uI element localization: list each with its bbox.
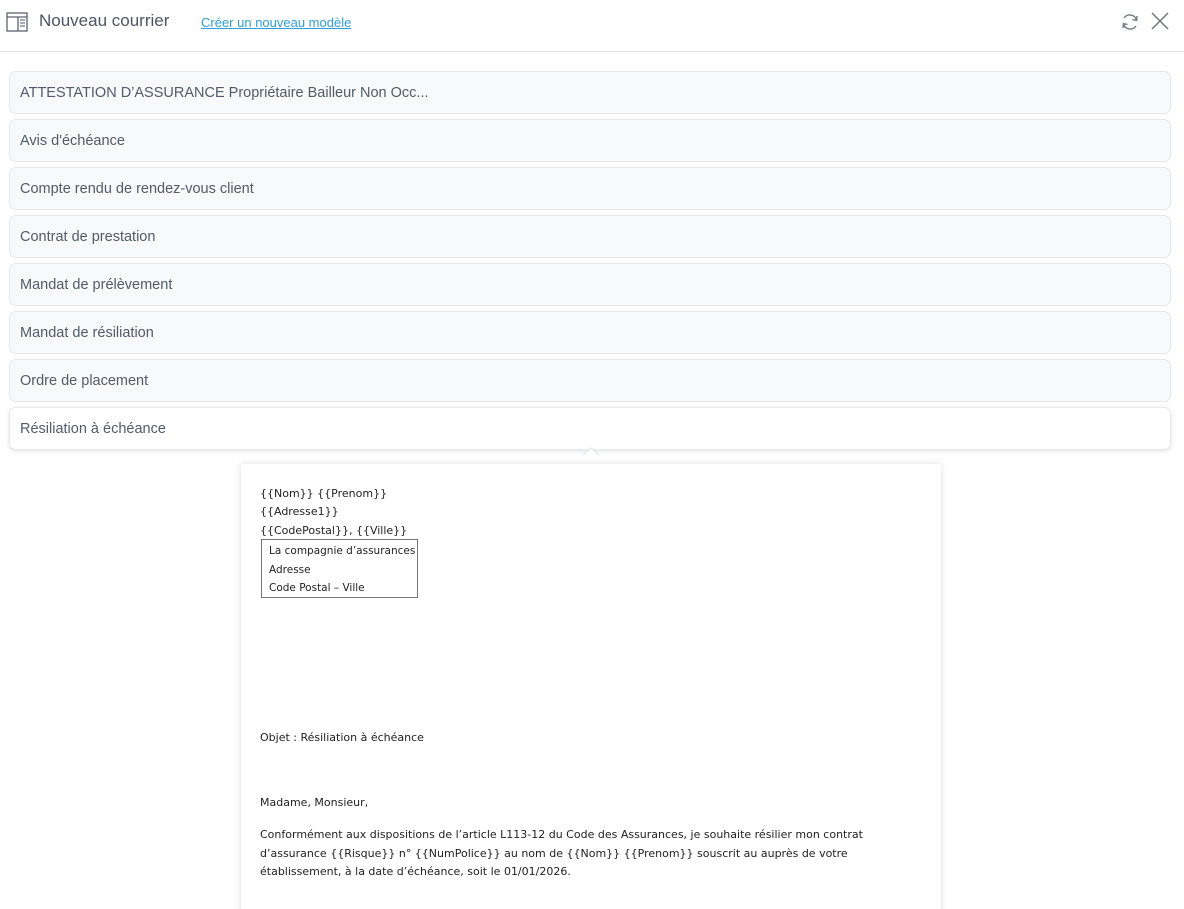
sender-name: {{Nom}} {{Prenom}} bbox=[260, 487, 388, 500]
template-item[interactable]: Mandat de résiliation bbox=[9, 311, 1171, 354]
recipient-city: Code Postal – Ville bbox=[269, 582, 365, 594]
refresh-icon[interactable] bbox=[1120, 12, 1140, 32]
template-item[interactable]: Compte rendu de rendez-vous client bbox=[9, 167, 1171, 210]
caret-up-icon bbox=[582, 447, 600, 456]
recipient-name: La compagnie d’assurances bbox=[269, 545, 416, 557]
template-item[interactable]: Avis d'échéance bbox=[9, 119, 1171, 162]
template-list: ATTESTATION D’ASSURANCE Propriétaire Bai… bbox=[9, 71, 1171, 455]
sender-address: {{Adresse1}} bbox=[260, 505, 339, 518]
letter-object: Objet : Résiliation à échéance bbox=[260, 731, 424, 744]
document-layout-icon bbox=[6, 12, 28, 32]
recipient-address: Adresse bbox=[269, 563, 311, 576]
page-title: Nouveau courrier bbox=[39, 11, 170, 30]
template-item-selected[interactable]: Résiliation à échéance bbox=[9, 407, 1171, 450]
create-template-link[interactable]: Créer un nouveau modèle bbox=[201, 15, 351, 30]
template-item[interactable]: Mandat de prélèvement bbox=[9, 263, 1171, 306]
header: Nouveau courrier Créer un nouveau modèle bbox=[0, 0, 1184, 52]
letter-greeting: Madame, Monsieur, bbox=[260, 796, 369, 809]
recipient-address-box: La compagnie d’assurances Adresse Code P… bbox=[261, 539, 418, 598]
sender-city: {{CodePostal}}, {{Ville}} bbox=[260, 524, 408, 537]
template-item[interactable]: Contrat de prestation bbox=[9, 215, 1171, 258]
letter-preview: {{Nom}} {{Prenom}} {{Adresse1}} {{CodePo… bbox=[241, 464, 941, 909]
template-item[interactable]: ATTESTATION D’ASSURANCE Propriétaire Bai… bbox=[9, 71, 1171, 114]
close-icon[interactable] bbox=[1151, 12, 1169, 30]
letter-body: Conformément aux dispositions de l’artic… bbox=[260, 828, 863, 878]
template-item[interactable]: Ordre de placement bbox=[9, 359, 1171, 402]
